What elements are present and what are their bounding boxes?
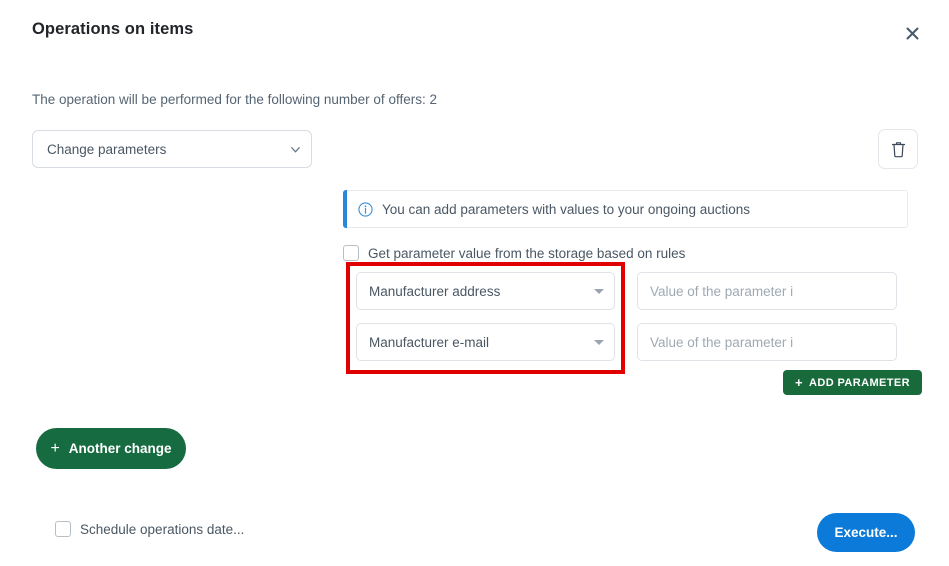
parameter-value-input-2[interactable] <box>637 323 897 361</box>
storage-rules-checkbox[interactable] <box>343 245 359 261</box>
add-parameter-button[interactable]: + ADD PARAMETER <box>783 370 922 395</box>
info-circle-icon <box>358 201 373 217</box>
offers-count-text: The operation will be performed for the … <box>32 92 437 107</box>
trash-icon <box>891 141 905 157</box>
plus-icon: + <box>50 439 60 457</box>
parameter-name-select-2[interactable]: Manufacturer e-mail <box>356 323 615 361</box>
schedule-operations-label: Schedule operations date... <box>80 521 245 537</box>
storage-rules-row[interactable]: Get parameter value from the storage bas… <box>343 245 685 261</box>
operations-modal: Operations on items The operation will b… <box>0 0 949 566</box>
delete-operation-button[interactable] <box>878 129 918 169</box>
parameter-row: Manufacturer e-mail <box>356 323 908 361</box>
operation-type-select[interactable]: Change parameters <box>32 130 312 168</box>
another-change-button[interactable]: + Another change <box>36 428 186 469</box>
parameter-list: Manufacturer address Manufacturer e-mail <box>356 272 908 374</box>
chevron-down-icon <box>291 146 300 152</box>
caret-down-icon <box>594 288 604 294</box>
info-banner-text: You can add parameters with values to yo… <box>382 201 750 217</box>
close-icon[interactable] <box>901 22 923 44</box>
storage-rules-label: Get parameter value from the storage bas… <box>368 245 686 261</box>
modal-header: Operations on items <box>0 0 949 62</box>
execute-button-label: Execute... <box>834 525 898 540</box>
info-banner: You can add parameters with values to yo… <box>343 190 908 228</box>
parameter-value-input-1[interactable] <box>637 272 897 310</box>
execute-button[interactable]: Execute... <box>817 513 915 552</box>
parameter-name-value-1: Manufacturer address <box>369 283 501 299</box>
plus-icon: + <box>795 375 803 390</box>
parameter-name-select-1[interactable]: Manufacturer address <box>356 272 615 310</box>
operation-type-value: Change parameters <box>47 141 167 157</box>
add-parameter-label: ADD PARAMETER <box>809 376 910 389</box>
parameter-row: Manufacturer address <box>356 272 908 310</box>
parameter-name-value-2: Manufacturer e-mail <box>369 334 490 350</box>
page-title: Operations on items <box>32 20 194 38</box>
close-x-glyph <box>906 27 918 39</box>
another-change-label: Another change <box>68 441 172 456</box>
caret-down-icon <box>594 339 604 345</box>
schedule-operations-checkbox[interactable] <box>55 521 71 537</box>
schedule-operations-row[interactable]: Schedule operations date... <box>55 521 244 537</box>
